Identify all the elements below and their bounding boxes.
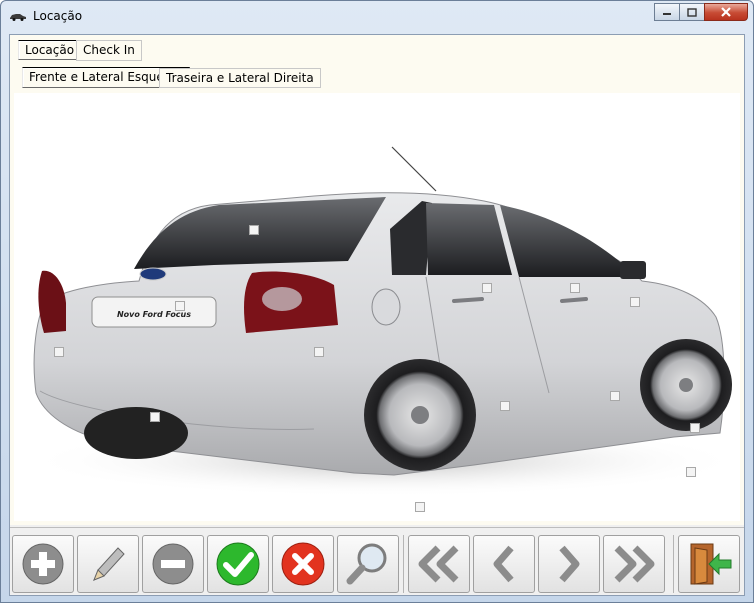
first-record-button[interactable]	[408, 535, 470, 593]
double-chevron-right-icon	[614, 545, 655, 583]
damage-marker-front-door-window[interactable]	[570, 283, 580, 293]
close-button[interactable]	[704, 3, 748, 21]
tab-panel: Locação Check In Frente e Lateral Esquer…	[10, 35, 744, 525]
pencil-icon	[93, 547, 125, 581]
remove-button[interactable]	[142, 535, 204, 593]
damage-marker-front-fender[interactable]	[690, 423, 700, 433]
damage-marker-rear-wheel[interactable]	[415, 502, 425, 512]
action-toolbar	[10, 527, 744, 595]
title-bar[interactable]: Locação	[1, 1, 753, 31]
confirm-button[interactable]	[207, 535, 269, 593]
minimize-button[interactable]	[654, 3, 680, 21]
client-area: Locação Check In Frente e Lateral Esquer…	[9, 34, 745, 596]
damage-marker-front-wheel[interactable]	[686, 467, 696, 477]
damage-marker-front-door[interactable]	[610, 391, 620, 401]
damage-marker-rear-window[interactable]	[249, 225, 259, 235]
last-record-button[interactable]	[603, 535, 665, 593]
ford-logo-icon	[139, 267, 167, 281]
car-icon	[10, 14, 26, 21]
magnifier-icon	[346, 543, 387, 585]
double-chevron-left-icon	[418, 545, 459, 583]
next-record-button[interactable]	[538, 535, 600, 593]
chevron-right-icon	[559, 545, 580, 583]
close-icon	[721, 7, 731, 17]
minus-icon	[152, 543, 194, 585]
damage-marker-left-taillight[interactable]	[54, 347, 64, 357]
exit-button[interactable]	[678, 535, 740, 593]
window-title: Locação	[33, 9, 83, 23]
damage-marker-rear-door[interactable]	[500, 401, 510, 411]
search-button[interactable]	[337, 535, 399, 593]
damage-marker-trunk[interactable]	[175, 301, 185, 311]
tab-locacao[interactable]: Locação	[18, 40, 82, 60]
damage-marker-rear-door-window[interactable]	[482, 283, 492, 293]
tab-traseira-lateral-direita[interactable]: Traseira e Lateral Direita	[159, 68, 321, 88]
previous-record-button[interactable]	[473, 535, 535, 593]
toolbar-separator	[403, 535, 404, 593]
damage-marker-rear-bumper[interactable]	[150, 412, 160, 422]
chevron-left-icon	[493, 545, 514, 583]
check-icon	[216, 542, 260, 586]
toolbar-separator	[673, 535, 674, 593]
app-window: Locação Locação Check In Frente e Latera…	[0, 0, 754, 603]
maximize-icon	[687, 7, 697, 17]
cancel-button[interactable]	[272, 535, 334, 593]
x-icon	[281, 542, 325, 586]
license-plate-text: Novo Ford Focus	[117, 310, 191, 319]
tab-check-in[interactable]: Check In	[76, 40, 142, 61]
plus-icon	[22, 543, 64, 585]
damage-marker-mirror[interactable]	[630, 297, 640, 307]
damage-marker-right-taillight[interactable]	[314, 347, 324, 357]
edit-button[interactable]	[77, 535, 139, 593]
exit-door-icon	[690, 543, 732, 585]
maximize-button[interactable]	[679, 3, 705, 21]
caption-buttons	[654, 3, 748, 21]
minimize-icon	[663, 13, 671, 15]
add-button[interactable]	[12, 535, 74, 593]
car-image: Novo Ford Focus	[24, 146, 744, 497]
vehicle-diagram: Novo Ford Focus	[14, 93, 744, 521]
